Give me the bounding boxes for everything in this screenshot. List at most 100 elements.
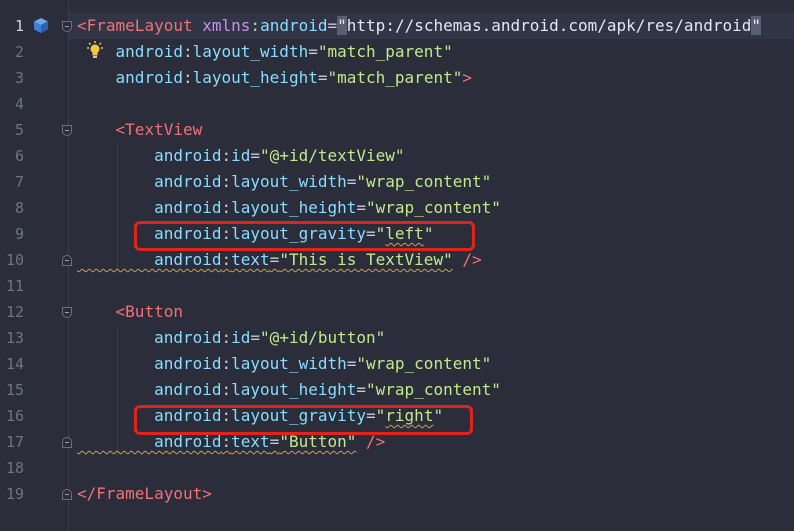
line-number: 14 — [5, 355, 24, 373]
code-line[interactable]: <FrameLayout xmlns:android="http://schem… — [77, 13, 761, 39]
line-number: 11 — [5, 277, 24, 295]
code-token: < — [77, 16, 87, 35]
code-token: layout_width — [192, 42, 309, 61]
code-token: < — [77, 302, 126, 321]
fold-end-icon[interactable] — [62, 489, 72, 500]
code-token: android — [77, 380, 222, 399]
code-token: android — [260, 16, 328, 35]
code-token: = — [250, 146, 261, 165]
code-token: = — [366, 224, 376, 243]
code-token: = — [346, 354, 357, 373]
line-number: 6 — [14, 147, 24, 165]
code-token: = — [308, 42, 318, 61]
code-line[interactable]: android:layout_height="wrap_content" — [77, 195, 501, 221]
code-token: android — [77, 198, 222, 217]
code-token: "This is TextView" — [279, 250, 453, 269]
code-token: "@+id/button" — [260, 328, 386, 347]
code-token: /> — [356, 432, 386, 451]
code-token: http://schemas.android.com/apk/res/andro… — [346, 16, 752, 35]
code-token: "Button" — [279, 432, 357, 451]
code-token: </ — [77, 484, 97, 503]
fold-collapse-icon[interactable] — [62, 307, 72, 318]
fold-end-icon[interactable] — [62, 437, 72, 448]
code-token: : — [221, 224, 232, 243]
code-token: : — [221, 328, 232, 347]
code-token: layout_gravity — [231, 224, 366, 243]
line-number: 5 — [14, 121, 24, 139]
line-number: 8 — [14, 199, 24, 217]
fold-end-icon[interactable] — [62, 255, 72, 266]
code-token: android — [77, 68, 183, 87]
code-token: " — [423, 224, 434, 243]
code-token: android — [77, 406, 222, 425]
code-line[interactable]: android:id="@+id/button" — [77, 325, 385, 351]
code-token: : — [221, 146, 232, 165]
code-token: layout_width — [231, 354, 347, 373]
code-token: /> — [452, 250, 482, 269]
code-token: android — [77, 172, 222, 191]
code-token: android — [77, 224, 222, 243]
code-token: layout_height — [231, 380, 357, 399]
code-token: android — [77, 354, 222, 373]
code-token: FrameLayout — [96, 484, 203, 503]
code-token: "@+id/textView" — [260, 146, 405, 165]
code-token: : — [182, 68, 193, 87]
code-token: > — [462, 68, 472, 87]
code-line[interactable]: android:layout_width="match_parent" — [77, 39, 453, 65]
code-token: : — [221, 198, 232, 217]
code-token: = — [269, 432, 280, 451]
code-token: " — [337, 16, 347, 35]
fold-collapse-icon[interactable] — [62, 21, 72, 32]
code-line[interactable]: <Button — [77, 299, 183, 325]
code-line[interactable]: <TextView — [77, 117, 203, 143]
line-number: 4 — [14, 95, 24, 113]
line-number: 16 — [5, 407, 24, 425]
line-number: 13 — [5, 329, 24, 347]
cube-icon[interactable] — [33, 17, 49, 34]
code-token: : — [221, 354, 232, 373]
code-token: xmlns — [202, 16, 251, 35]
code-token: layout_height — [192, 68, 318, 87]
code-token: left — [385, 224, 424, 243]
code-line[interactable]: android:text="This is TextView" /> — [77, 247, 482, 273]
code-editor[interactable]: 1 2 3 4 5 6 7 8 9 10 11 12 13 14 15 16 17 18 19 <FrameLayo… — [0, 0, 794, 531]
code-line[interactable]: android:layout_height="match_parent"> — [77, 65, 472, 91]
code-token: = — [269, 250, 280, 269]
code-line[interactable]: </FrameLayout> — [77, 481, 212, 507]
code-token: : — [221, 250, 232, 269]
code-token: android — [77, 432, 222, 451]
code-line[interactable]: android:text="Button" /> — [77, 429, 385, 455]
fold-collapse-icon[interactable] — [62, 125, 72, 136]
code-line[interactable]: android:id="@+id/textView" — [77, 143, 405, 169]
code-token: " — [375, 224, 386, 243]
code-token: = — [356, 198, 367, 217]
code-token: layout_gravity — [231, 406, 366, 425]
code-token: android — [77, 42, 183, 61]
code-token: Button — [125, 302, 183, 321]
code-token: : — [250, 16, 261, 35]
code-line[interactable]: android:layout_gravity="left" — [77, 221, 433, 247]
code-token: : — [221, 406, 232, 425]
code-token: : — [221, 432, 232, 451]
code-token: " — [751, 16, 761, 35]
code-token: "wrap_content" — [366, 198, 501, 217]
line-number: 10 — [5, 251, 24, 269]
code-token: > — [202, 484, 212, 503]
code-line[interactable]: android:layout_gravity="right" — [77, 403, 443, 429]
code-token: text — [231, 250, 270, 269]
code-token: : — [221, 380, 232, 399]
code-token: right — [385, 406, 434, 425]
code-line[interactable]: android:layout_height="wrap_content" — [77, 377, 501, 403]
code-token: FrameLayout — [86, 16, 193, 35]
code-token: "wrap_content" — [356, 354, 492, 373]
code-token: : — [182, 42, 193, 61]
line-number: 17 — [5, 433, 24, 451]
line-number: 9 — [14, 225, 24, 243]
code-line[interactable]: android:layout_width="wrap_content" — [77, 169, 491, 195]
code-token: < — [77, 120, 126, 139]
code-token: "wrap_content" — [356, 172, 492, 191]
code-line[interactable]: android:layout_width="wrap_content" — [77, 351, 491, 377]
line-number: 15 — [5, 381, 24, 399]
code-token: = — [250, 328, 261, 347]
